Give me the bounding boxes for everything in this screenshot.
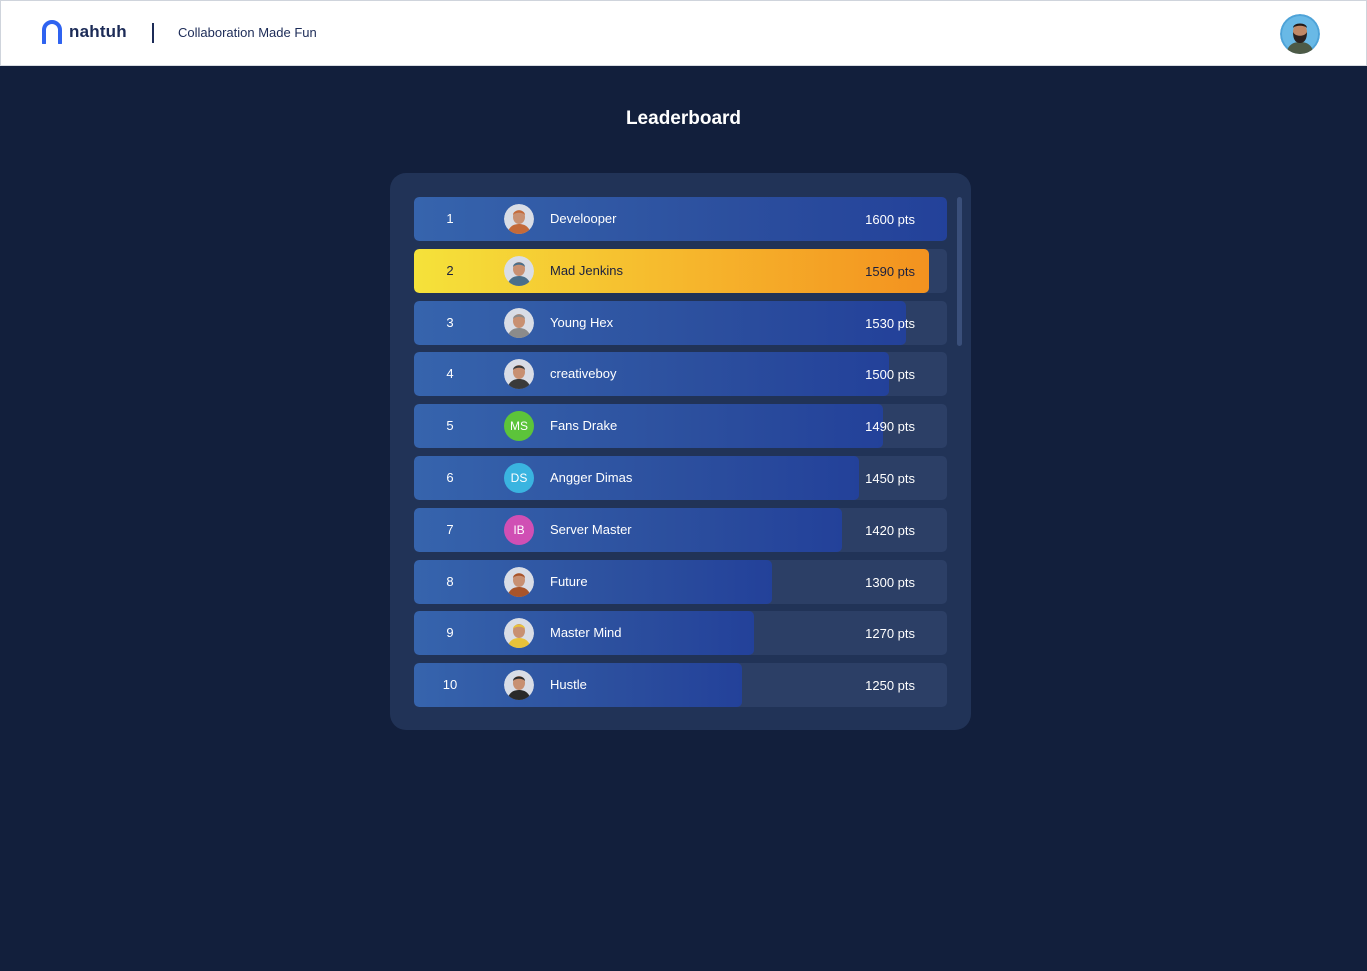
player-name: Fans Drake [550,418,618,433]
leaderboard-scrollbar[interactable] [957,197,962,346]
initials-avatar: IB [504,515,534,545]
rank-number: 2 [446,263,454,278]
avatar-initials: MS [510,419,528,433]
user-photo-icon [504,308,534,338]
rank-number: 4 [446,366,454,381]
player-points: 1490 pts [865,419,915,434]
user-photo-avatar [504,567,534,597]
user-photo-avatar [504,670,534,700]
leaderboard-row[interactable]: 3 Young Hex 1530 pts [414,301,947,345]
rank-number: 5 [446,418,454,433]
user-photo-avatar [504,618,534,648]
user-photo-icon [504,567,534,597]
leaderboard-row[interactable]: 1 Develooper 1600 pts [414,197,947,241]
player-points: 1590 pts [865,264,915,279]
player-name: Master Mind [550,625,622,640]
user-photo-icon [504,359,534,389]
player-name: Server Master [550,522,632,537]
score-bar [414,301,907,345]
player-points: 1500 pts [865,367,915,382]
nahtuh-logo-icon [42,20,62,44]
leaderboard-row[interactable]: 10 Hustle 1250 pts [414,663,947,707]
leaderboard-row[interactable]: 5 MS Fans Drake 1490 pts [414,404,947,448]
user-profile-photo-icon [1280,14,1320,54]
user-photo-avatar [504,204,534,234]
player-name: Future [550,574,588,589]
user-photo-avatar [504,308,534,338]
leaderboard-row[interactable]: 2 Mad Jenkins 1590 pts [414,249,947,293]
player-name: Hustle [550,677,587,692]
page-title: Leaderboard [625,108,742,129]
player-points: 1250 pts [865,678,915,693]
avatar-initials: IB [513,523,525,537]
leaderboard-row[interactable]: 6 DS Angger Dimas 1450 pts [414,456,947,500]
initials-avatar: DS [504,463,534,493]
player-name: Develooper [550,211,617,226]
user-photo-avatar [504,359,534,389]
player-points: 1530 pts [865,316,915,331]
player-name: Angger Dimas [550,470,633,485]
rank-number: 6 [446,470,454,485]
brand-name: nahtuh [69,22,127,41]
header-divider [152,23,154,43]
player-points: 1420 pts [865,523,915,538]
rank-number: 9 [446,625,454,640]
user-avatar-button[interactable] [1280,14,1320,54]
player-points: 1300 pts [865,575,915,590]
rank-number: 10 [442,677,458,692]
user-photo-icon [504,204,534,234]
leaderboard-row[interactable]: 4 creativeboy 1500 pts [414,352,947,396]
leaderboard-row[interactable]: 8 Future 1300 pts [414,560,947,604]
brand-logo[interactable]: nahtuh [41,20,127,44]
user-photo-icon [504,670,534,700]
player-points: 1270 pts [865,626,915,641]
rank-number: 3 [446,315,454,330]
user-photo-icon [504,256,534,286]
top-navigation-bar: nahtuh Collaboration Made Fun [0,0,1367,66]
player-name: Mad Jenkins [550,263,623,278]
avatar-initials: DS [510,471,528,485]
leaderboard-row[interactable]: 9 Master Mind 1270 pts [414,611,947,655]
leaderboard-row[interactable]: 7 IB Server Master 1420 pts [414,508,947,552]
brand-tagline: Collaboration Made Fun [178,25,317,40]
player-points: 1450 pts [865,471,915,486]
player-points: 1600 pts [865,212,915,227]
initials-avatar: MS [504,411,534,441]
score-bar [414,249,929,293]
player-name: creativeboy [550,366,617,381]
user-photo-icon [504,618,534,648]
user-photo-avatar [504,256,534,286]
rank-number: 8 [446,574,454,589]
rank-number: 7 [446,522,454,537]
player-name: Young Hex [550,315,614,330]
rank-number: 1 [446,211,454,226]
